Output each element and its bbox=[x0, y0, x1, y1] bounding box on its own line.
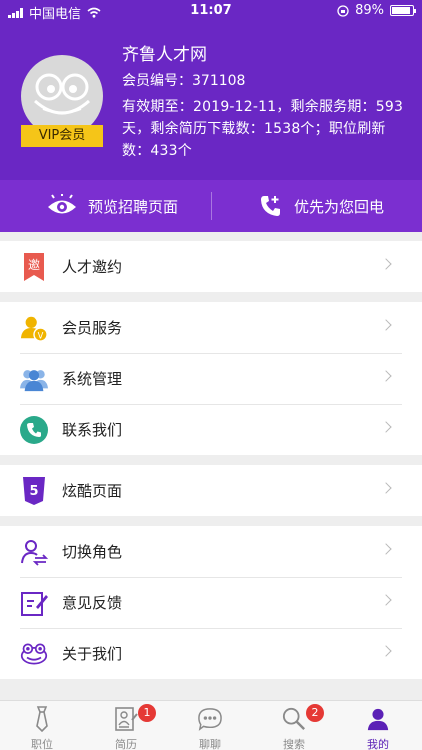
menu-group-cool-page: 5 炫酷页面 bbox=[0, 465, 422, 516]
svg-text:5: 5 bbox=[29, 484, 38, 499]
tab-resume[interactable]: 1 简历 bbox=[84, 701, 168, 750]
menu-item-label: 联系我们 bbox=[62, 421, 123, 439]
search-icon bbox=[282, 707, 306, 731]
menu-item-system-management[interactable]: 系统管理 bbox=[0, 353, 422, 404]
chevron-right-icon bbox=[380, 319, 392, 331]
menu-group-invite: 邀 人才邀约 bbox=[0, 241, 422, 292]
tab-badge: 1 bbox=[138, 704, 156, 722]
chevron-right-icon bbox=[380, 594, 392, 606]
menu-item-label: 会员服务 bbox=[62, 319, 123, 337]
menu-item-label: 切换角色 bbox=[62, 543, 123, 561]
priority-callback-button[interactable]: 优先为您回电 bbox=[258, 180, 384, 232]
menu-group-services: V 会员服务 系统管理 联系我们 bbox=[0, 302, 422, 455]
bottom-tab-bar: 职位 1 简历 聊聊 2 搜索 我的 bbox=[0, 700, 422, 750]
rotation-lock-icon bbox=[337, 4, 349, 17]
tab-label: 聊聊 bbox=[199, 738, 221, 750]
chevron-right-icon bbox=[380, 645, 392, 657]
tab-search[interactable]: 2 搜索 bbox=[252, 701, 336, 750]
resume-icon bbox=[115, 707, 138, 731]
phone-icon bbox=[20, 416, 48, 444]
tab-mine[interactable]: 我的 bbox=[336, 701, 420, 750]
action-divider bbox=[211, 192, 212, 220]
membership-details: 有效期至：2019-12-11，剩余服务期：593天，剩余简历下载数：1538个… bbox=[122, 99, 404, 159]
tab-badge: 2 bbox=[306, 704, 324, 722]
menu-item-switch-role[interactable]: 切换角色 bbox=[0, 526, 422, 577]
battery-level bbox=[392, 7, 410, 14]
status-bar: 中国电信 11:07 89% bbox=[0, 0, 422, 22]
preview-recruit-page-button[interactable]: 预览招聘页面 bbox=[46, 180, 178, 232]
person-icon bbox=[367, 708, 389, 731]
menu-item-label: 人才邀约 bbox=[62, 258, 123, 276]
invite-icon: 邀 bbox=[20, 253, 48, 281]
member-number: 会员编号：371108 bbox=[122, 73, 246, 89]
callback-label: 优先为您回电 bbox=[294, 197, 385, 216]
menu-item-label: 炫酷页面 bbox=[62, 482, 123, 500]
chevron-right-icon bbox=[380, 543, 392, 555]
menu-item-label: 关于我们 bbox=[62, 645, 123, 663]
vip-badge: VIP会员 bbox=[21, 125, 103, 147]
vip-member-icon: V bbox=[20, 314, 48, 342]
menu-item-cool-page[interactable]: 5 炫酷页面 bbox=[0, 465, 422, 516]
chevron-right-icon bbox=[380, 482, 392, 494]
menu-group-settings: 切换角色 意见反馈 关于我们 bbox=[0, 526, 422, 679]
chevron-right-icon bbox=[380, 421, 392, 433]
battery-icon bbox=[390, 5, 416, 16]
feedback-icon bbox=[20, 589, 48, 617]
tie-icon bbox=[36, 706, 48, 732]
company-name: 齐鲁人才网 bbox=[122, 45, 207, 65]
tab-label: 我的 bbox=[367, 738, 389, 750]
svg-text:邀: 邀 bbox=[28, 257, 40, 272]
svg-text:V: V bbox=[38, 330, 44, 340]
users-icon bbox=[20, 365, 48, 393]
html5-icon: 5 bbox=[20, 477, 48, 505]
chevron-right-icon bbox=[380, 370, 392, 382]
battery-percent: 89% bbox=[355, 3, 384, 18]
menu-item-talent-invite[interactable]: 邀 人才邀约 bbox=[0, 241, 422, 292]
tab-label: 搜索 bbox=[283, 738, 305, 750]
preview-label: 预览招聘页面 bbox=[88, 197, 179, 216]
frog-logo-icon bbox=[20, 640, 48, 668]
menu-item-label: 系统管理 bbox=[62, 370, 123, 388]
eye-icon bbox=[48, 194, 76, 214]
tab-chat[interactable]: 聊聊 bbox=[168, 701, 252, 750]
quick-actions: 预览招聘页面 优先为您回电 bbox=[0, 180, 422, 232]
switch-role-icon bbox=[20, 538, 48, 566]
chevron-right-icon bbox=[380, 258, 392, 270]
tab-label: 简历 bbox=[115, 738, 137, 750]
menu-item-contact-us[interactable]: 联系我们 bbox=[0, 404, 422, 455]
menu-item-label: 意见反馈 bbox=[62, 594, 123, 612]
menu-item-feedback[interactable]: 意见反馈 bbox=[0, 577, 422, 628]
chat-icon bbox=[198, 708, 222, 731]
profile-header: 中国电信 11:07 89% VIP会员 齐鲁人才网 会员编号：371108 有… bbox=[0, 0, 422, 180]
menu-item-member-service[interactable]: V 会员服务 bbox=[0, 302, 422, 353]
phone-callback-icon bbox=[261, 196, 280, 216]
tab-label: 职位 bbox=[31, 738, 53, 750]
tab-jobs[interactable]: 职位 bbox=[0, 701, 84, 750]
menu-item-about-us[interactable]: 关于我们 bbox=[0, 628, 422, 679]
